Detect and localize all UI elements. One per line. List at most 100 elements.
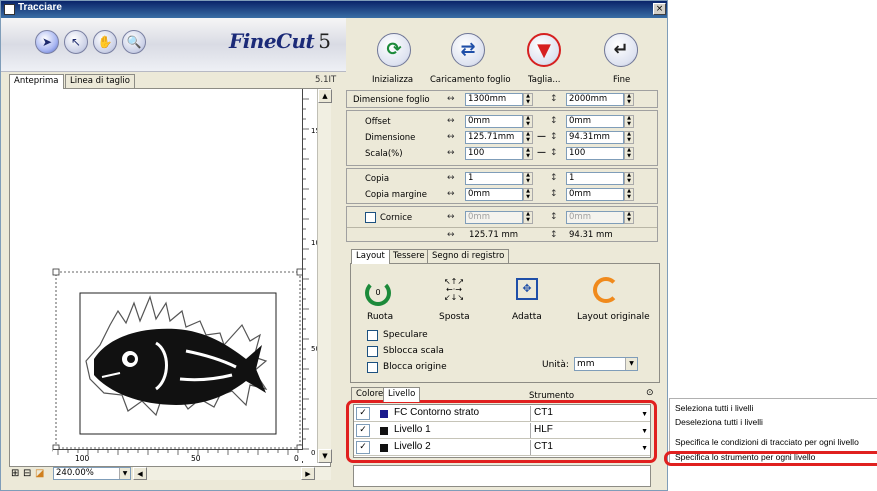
copies-y-spinner[interactable]: ▲ ▼ [624,172,634,185]
vertical-ruler: 150 100 50 0 [302,89,324,463]
tab-layout[interactable]: Layout [351,249,390,264]
frame-label: Cornice [380,213,413,223]
horizontal-scrollbar[interactable]: ◀ ▶ [133,467,331,480]
width-arrow-icon: ↔ [447,189,455,199]
tracciare-window: Tracciare × ➤ ↖ ✋ 🔍 FineCut 5 Anteprima L… [0,0,668,491]
offset-x-field[interactable]: 0mm [465,115,523,128]
node-arrow-icon[interactable]: ↖ [64,30,88,54]
move-arrows-icon[interactable]: ↖↑↗ ←·→ ↙↓↘ [441,278,467,304]
scale-y-field[interactable]: 100 [566,147,624,160]
width-arrow-icon: ↔ [447,132,455,142]
lock-ratio-icon[interactable]: — [537,148,546,158]
zoom-magnifier-icon[interactable]: 🔍 [122,30,146,54]
sheet-height-field[interactable]: 2000mm [566,93,624,106]
scroll-right-button[interactable]: ▶ [301,467,315,480]
fit-icon[interactable]: ✥ [516,278,538,300]
rotate-icon[interactable]: 0 [365,280,391,306]
dimension-height-field[interactable]: 94.31mm [566,131,624,144]
sheet-width-field[interactable]: 1300mm [465,93,523,106]
zoom-select[interactable]: 240.00% ▼ [53,467,131,480]
tab-linea-di-taglio[interactable]: Linea di taglio [65,74,135,88]
frame-checkbox[interactable] [365,212,376,223]
cut-plotter-icon[interactable]: ▼ [527,33,561,67]
sheet-height-spinner[interactable]: ▲ ▼ [624,93,634,106]
ruler-label-v: 0 [311,449,315,457]
height-arrow-icon: ↕ [550,116,558,126]
copies-label: Copia [365,174,390,184]
dimension-height-spinner[interactable]: ▲ ▼ [624,131,634,144]
tab-livello[interactable]: Livello [383,387,421,402]
hand-pan-icon[interactable]: ✋ [93,30,117,54]
close-button[interactable]: × [653,3,666,15]
grid-icon[interactable]: ⊞ [11,468,19,479]
transform-panel: Offset ↔ 0mm ▲ ▼ ↕ 0mm ▲ ▼ Dimensione ↔ 12… [346,110,658,166]
scroll-up-button[interactable]: ▲ [318,89,332,103]
original-layout-icon[interactable] [593,277,619,303]
highlight-menu-item [664,451,877,466]
dimension-width-spinner[interactable]: ▲ ▼ [523,131,533,144]
height-arrow-icon: ↕ [550,132,558,142]
layout-grid-icon[interactable]: ⊟ [23,468,31,479]
vertical-scrollbar[interactable]: ▲ ▼ [317,89,332,463]
frame-x-spinner[interactable]: ▲ ▼ [523,211,533,224]
height-arrow-icon: ↕ [550,230,558,240]
unit-select[interactable]: mm ▼ [574,357,638,371]
finish-icon[interactable]: ↵ [604,33,638,67]
initialize-icon[interactable]: ⟳ [377,33,411,67]
load-sheet-icon[interactable]: ⇄ [451,33,485,67]
menu-item-deselect-all[interactable]: Deseleziona tutti i livelli [675,417,763,427]
ruler-label-h: 0 [294,454,299,462]
sheet-width-spinner[interactable]: ▲ ▼ [523,93,533,106]
lock-ratio-icon[interactable]: — [537,132,546,142]
initialize-label: Inizializza [372,75,414,85]
menu-item-plot-conditions[interactable]: Specifica le condizioni di tracciato per… [675,437,859,447]
corner-handle[interactable] [52,268,60,276]
artwork-svg [52,268,304,452]
original-layout-label: Layout originale [577,312,650,322]
menu-expand-icon[interactable]: ⊙ [646,388,654,398]
chevron-down-icon: ▼ [119,468,130,479]
scale-y-spinner[interactable]: ▲ ▼ [624,147,634,160]
offset-y-spinner[interactable]: ▲ ▼ [624,115,634,128]
unlock-scale-checkbox[interactable] [367,346,378,357]
scale-x-spinner[interactable]: ▲ ▼ [523,147,533,160]
offset-x-spinner[interactable]: ▲ ▼ [523,115,533,128]
layer-list-extra [353,465,651,487]
tab-anteprima[interactable]: Anteprima [9,74,64,89]
finecut-logo: FineCut 5 [229,29,331,53]
height-arrow-icon: ↕ [550,189,558,199]
frame-x-field[interactable]: 0mm [465,211,523,224]
scroll-down-button[interactable]: ▼ [318,449,332,463]
scroll-left-button[interactable]: ◀ [133,467,147,480]
title-bar: Tracciare × [1,1,667,18]
lock-origin-label: Blocca origine [383,362,447,372]
window-title: Tracciare [18,2,62,13]
lock-origin-checkbox[interactable] [367,362,378,373]
frame-y-spinner[interactable]: ▲ ▼ [624,211,634,224]
select-arrow-icon[interactable]: ➤ [35,30,59,54]
copies-x-field[interactable]: 1 [465,172,523,185]
tab-tessere[interactable]: Tessere [388,249,430,263]
color-palette-icon[interactable]: ◪ [35,468,44,479]
preview-canvas[interactable] [9,88,331,467]
scale-label: Scala(%) [365,149,403,159]
horizontal-ruler-ticks: 100 50 0 [57,450,299,463]
copy-margin-y-spinner[interactable]: ▲ ▼ [624,188,634,201]
menu-item-select-all[interactable]: Seleziona tutti i livelli [675,403,753,413]
dimension-width-field[interactable]: 125.71mm [465,131,523,144]
copy-margin-x-field[interactable]: 0mm [465,188,523,201]
copy-margin-y-field[interactable]: 0mm [566,188,624,201]
height-arrow-icon: ↕ [550,94,558,104]
frame-y-field[interactable]: 0mm [566,211,624,224]
width-arrow-icon: ↔ [447,230,455,240]
offset-y-field[interactable]: 0mm [566,115,624,128]
tab-segno-di-registro[interactable]: Segno di registro [427,249,510,263]
copies-x-spinner[interactable]: ▲ ▼ [523,172,533,185]
ruler-label-h: 50 [191,454,201,462]
load-sheet-label: Caricamento foglio [430,75,511,85]
copies-y-field[interactable]: 1 [566,172,624,185]
copy-margin-x-spinner[interactable]: ▲ ▼ [523,188,533,201]
mirror-checkbox[interactable] [367,330,378,341]
sheet-size-label: Dimensione foglio [353,95,430,105]
scale-x-field[interactable]: 100 [465,147,523,160]
